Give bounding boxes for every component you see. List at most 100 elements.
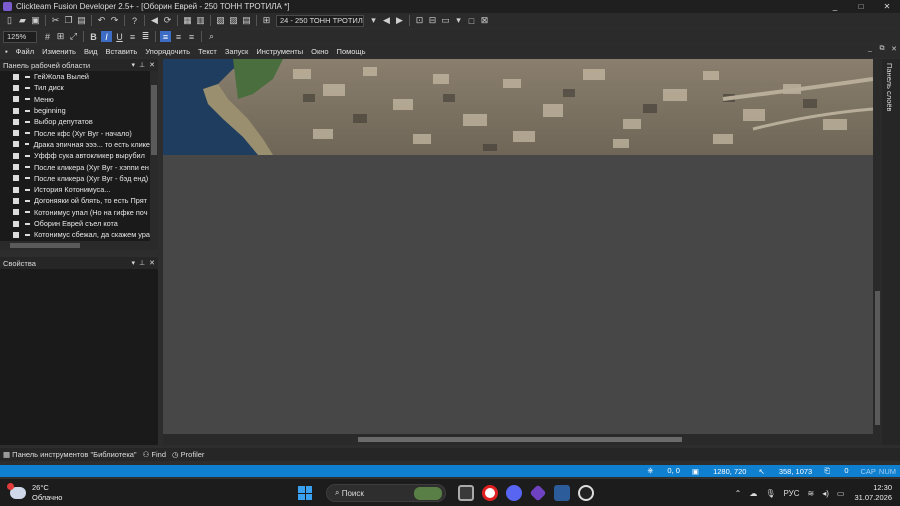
tree-item[interactable]: Котонимус сбежал, да скажем ура [0,229,150,240]
doc-minimize-button[interactable]: _ [864,45,876,53]
editor-vertical-scrollbar[interactable] [873,59,882,434]
expand-icon[interactable] [13,141,19,148]
expand-icon[interactable] [13,130,19,137]
underline-icon[interactable]: U [114,31,125,42]
align-center-icon[interactable]: ≡ [173,31,184,42]
window-icon[interactable]: ▭ [440,15,451,26]
menu-help[interactable]: Помощь [337,47,366,56]
menu-insert[interactable]: Вставить [106,47,138,56]
menu-edit[interactable]: Изменить [42,47,76,56]
task-view-icon[interactable] [458,485,474,501]
help-icon[interactable]: ? [129,15,140,26]
windows-start-icon[interactable] [298,486,312,500]
scrollbar-thumb[interactable] [358,437,682,442]
close-icon[interactable]: ✕ [149,61,155,69]
minimize-button[interactable]: _ [822,0,848,13]
menu-window[interactable]: Окно [311,47,328,56]
weather-widget[interactable]: 26°C Облачно [7,483,62,503]
taskbar-search[interactable]: ⌕ Поиск [326,484,446,502]
chevron-up-icon[interactable]: ⌃ [735,489,742,498]
align-left-icon[interactable]: ≡ [160,31,171,42]
tree-item[interactable]: ГейЖола Вылей [0,71,150,82]
back-icon[interactable]: ◀ [149,15,160,26]
tree-item[interactable]: Выбор депутатов [0,116,150,127]
menu-run[interactable]: Запуск [225,47,248,56]
snap-icon[interactable]: ⊞ [55,31,66,42]
redo-icon[interactable]: ↷ [109,15,120,26]
microphone-icon[interactable]: 🎙 [765,489,775,498]
tree-item[interactable]: Уффф сука автокликер вырубил [0,150,150,161]
pin-icon[interactable]: ⊥ [139,259,145,267]
bold-icon[interactable]: B [88,31,99,42]
close-icon[interactable]: ✕ [149,259,155,267]
fit-icon[interactable]: ⤢ [68,31,79,42]
tree-item[interactable]: После кликера (Хуг Вуг - бэд енд) [0,173,150,184]
pin-icon[interactable]: ⊥ [139,61,145,69]
expand-icon[interactable] [13,164,19,171]
undo-icon[interactable]: ↶ [96,15,107,26]
data-elements-icon[interactable]: ▤ [241,15,252,26]
tree-item[interactable]: Котонимус упал (Но на гифке поч [0,207,150,218]
align-right-icon[interactable]: ≡ [186,31,197,42]
tab-find[interactable]: ⚇ Find [143,450,166,459]
scrollbar-thumb[interactable] [151,85,157,155]
tree-item[interactable]: После кликера (Хуг Вуг - хэппи ен [0,161,150,172]
workspace-vertical-scrollbar[interactable] [150,71,158,241]
tree-item[interactable]: Меню [0,94,150,105]
yandex-browser-icon[interactable] [482,485,498,501]
zoom-select[interactable]: 125% [3,30,37,43]
tree-item[interactable]: beginning [0,105,150,116]
expand-icon[interactable] [13,197,19,204]
expand-icon[interactable] [13,73,19,80]
paste-icon[interactable]: ▤ [76,15,87,26]
layout-icon[interactable]: ⊟ [427,15,438,26]
expand-icon[interactable] [13,231,19,238]
obs-icon[interactable] [578,485,594,501]
expand-icon[interactable] [13,175,19,182]
workspace-horizontal-scrollbar[interactable] [0,241,158,250]
menu-text[interactable]: Текст [198,47,217,56]
menu-tools[interactable]: Инструменты [256,47,303,56]
volume-icon[interactable]: ◂) [822,489,829,498]
expand-icon[interactable] [13,96,19,103]
panel-splitter[interactable] [158,59,162,445]
expand-icon[interactable] [13,152,19,159]
discord-icon[interactable] [506,485,522,501]
tree-item[interactable]: После кфс (Хуг Вуг - начало) [0,127,150,138]
tab-library-toolbar[interactable]: ▦ Панель инструментов "Библиотека" [3,450,137,459]
battery-icon[interactable]: ▭ [837,489,845,498]
menu-view[interactable]: Вид [84,47,98,56]
menu-file[interactable]: Файл [16,47,34,56]
scrollbar-thumb[interactable] [875,291,880,425]
prev-frame-icon[interactable]: ◀ [381,15,392,26]
tree-item[interactable]: История Котонимуса... [0,184,150,195]
chevron-down-icon[interactable]: ▾ [453,15,464,26]
layers-panel-label[interactable]: Панель слоёв [885,63,894,112]
tree-item[interactable]: Тил диск [0,82,150,93]
run-frame-icon[interactable]: ⊞ [261,15,272,26]
event-list-icon[interactable]: ▨ [228,15,239,26]
menu-arrange[interactable]: Упорядочить [145,47,190,56]
editor-horizontal-scrollbar[interactable] [163,434,882,445]
search-icon[interactable]: ⌕ [206,31,217,42]
new-file-icon[interactable]: ▯ [4,15,15,26]
expand-icon[interactable] [13,118,19,125]
preview-icon[interactable]: ⊠ [479,15,490,26]
frame-editor-icon[interactable]: ▧ [215,15,226,26]
scrollbar-thumb[interactable] [10,243,80,248]
expand-icon[interactable] [13,84,19,91]
expand-icon[interactable] [13,107,19,114]
clickteam-fusion-icon[interactable] [529,484,547,502]
rectangle-icon[interactable]: □ [466,15,477,26]
panel-menu-icon[interactable]: ▾ [132,61,136,69]
tree-item[interactable]: Драка эпичная эээ... то есть клике [0,139,150,150]
grid-icon[interactable]: ⊡ [414,15,425,26]
chevron-down-icon[interactable]: ▾ [368,15,379,26]
next-frame-icon[interactable]: ▶ [394,15,405,26]
copy-icon[interactable]: ❐ [63,15,74,26]
storyboard-icon[interactable]: ▦ [182,15,193,26]
frame-select[interactable]: 24 - 250 ТОНН ТРОТИЛ [276,14,364,27]
open-folder-icon[interactable]: ▰ [17,15,28,26]
editor-app-icon[interactable] [554,485,570,501]
cut-icon[interactable]: ✂ [50,15,61,26]
